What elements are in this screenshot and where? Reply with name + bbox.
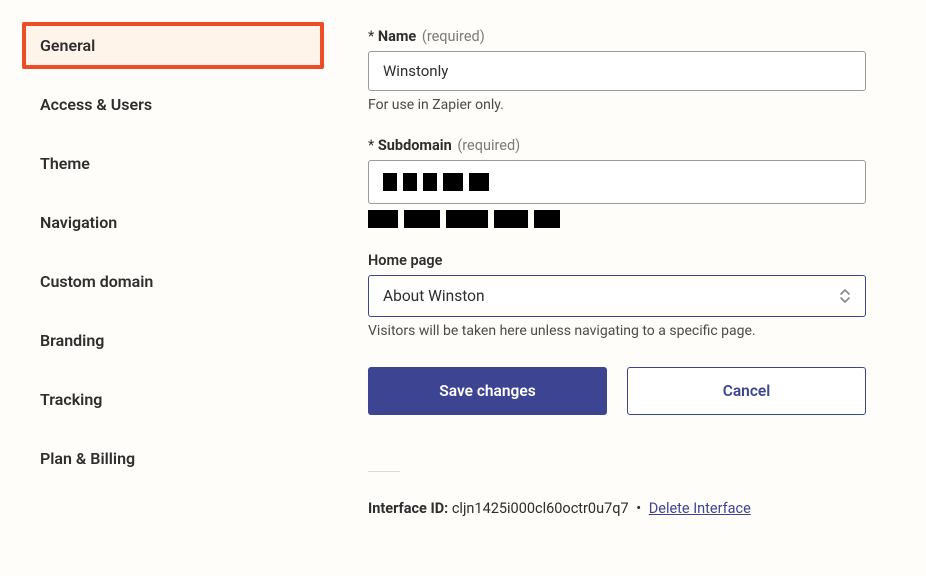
sidebar-item-plan-billing[interactable]: Plan & Billing: [22, 435, 324, 482]
save-button[interactable]: Save changes: [368, 367, 607, 415]
homepage-label: Home page: [368, 252, 866, 269]
sidebar-item-access-users[interactable]: Access & Users: [22, 81, 324, 128]
settings-sidebar: General Access & Users Theme Navigation …: [0, 0, 340, 576]
subdomain-label: * Subdomain (required): [368, 137, 866, 154]
subdomain-input[interactable]: [368, 160, 866, 204]
interface-id-label: Interface ID:: [368, 500, 448, 517]
button-row: Save changes Cancel: [368, 367, 866, 415]
homepage-field-group: Home page About Winston Visitors will be…: [368, 252, 866, 339]
name-helper: For use in Zapier only.: [368, 97, 866, 113]
sidebar-item-custom-domain[interactable]: Custom domain: [22, 258, 324, 305]
separator: •: [636, 500, 641, 517]
homepage-select[interactable]: About Winston: [368, 275, 866, 317]
sidebar-item-theme[interactable]: Theme: [22, 140, 324, 187]
sidebar-item-navigation[interactable]: Navigation: [22, 199, 324, 246]
settings-main: * Name (required) For use in Zapier only…: [340, 0, 926, 576]
name-field-group: * Name (required) For use in Zapier only…: [368, 28, 866, 113]
subdomain-field-group: * Subdomain (required): [368, 137, 866, 228]
cancel-button[interactable]: Cancel: [627, 367, 866, 415]
name-input[interactable]: [368, 51, 866, 91]
sidebar-item-general[interactable]: General: [22, 22, 324, 69]
redacted-helper: [368, 210, 560, 228]
divider: [368, 471, 400, 472]
name-label: * Name (required): [368, 28, 866, 45]
redacted-content: [383, 173, 489, 191]
footer-line: Interface ID: cljn1425i000cl60octr0u7q7 …: [368, 500, 866, 517]
sidebar-item-branding[interactable]: Branding: [22, 317, 324, 364]
sidebar-item-tracking[interactable]: Tracking: [22, 376, 324, 423]
delete-interface-link[interactable]: Delete Interface: [649, 500, 751, 517]
interface-id-value: cljn1425i000cl60octr0u7q7: [452, 500, 629, 517]
homepage-helper: Visitors will be taken here unless navig…: [368, 323, 866, 339]
